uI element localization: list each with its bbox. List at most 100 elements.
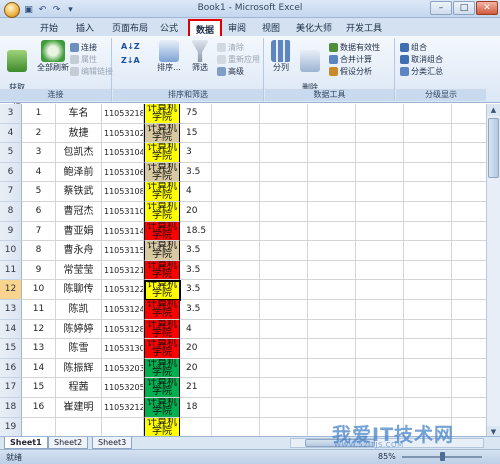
cell-id[interactable]: 11053121 <box>102 260 144 281</box>
filter-button[interactable]: 筛选 <box>187 40 213 73</box>
cell-empty[interactable] <box>260 378 308 398</box>
cell-a[interactable]: 9 <box>22 260 56 281</box>
cell-empty[interactable] <box>212 280 260 300</box>
cell-dept[interactable]: 计算机学院 <box>144 280 180 300</box>
reapply-button[interactable]: 重新应用 <box>217 54 260 65</box>
cell-dept[interactable]: 计算机学院 <box>144 143 180 163</box>
cell-name[interactable]: 陈凯 <box>56 300 102 320</box>
cell-dept[interactable]: 计算机学院 <box>144 339 180 359</box>
cell-empty[interactable] <box>260 182 308 202</box>
row-header[interactable]: 12 <box>0 280 22 300</box>
cell-empty[interactable] <box>308 241 356 261</box>
cell-empty[interactable] <box>308 300 356 320</box>
sort-descending-button[interactable]: Z↓A <box>121 56 140 65</box>
advanced-filter-button[interactable]: 高级 <box>217 66 244 77</box>
cell-empty[interactable] <box>212 221 260 242</box>
cell-empty[interactable] <box>308 260 356 281</box>
cell-empty[interactable] <box>308 280 356 300</box>
cell-a[interactable]: 3 <box>22 143 56 163</box>
cell-empty[interactable] <box>260 202 308 222</box>
what-if-button[interactable]: 假设分析 <box>329 66 372 77</box>
cell-score[interactable]: 75 <box>180 104 212 124</box>
sort-ascending-button[interactable]: A↓Z <box>121 42 140 51</box>
subtotal-button[interactable]: 分类汇总 <box>400 66 443 77</box>
cell-id[interactable]: 11053128 <box>102 319 144 340</box>
cell-empty[interactable] <box>404 339 452 359</box>
cell-empty[interactable] <box>404 221 452 242</box>
cell-name[interactable] <box>56 417 102 438</box>
cell-score[interactable]: 4 <box>180 182 212 202</box>
cell-id[interactable]: 11053212 <box>102 398 144 418</box>
cell-empty[interactable] <box>356 241 404 261</box>
cell-name[interactable]: 陈婷婷 <box>56 319 102 340</box>
cell-score[interactable]: 20 <box>180 358 212 379</box>
cell-empty[interactable] <box>308 143 356 163</box>
cell-a[interactable] <box>22 417 56 438</box>
cell-id[interactable]: 11053115 <box>102 241 144 261</box>
cell-id[interactable]: 11053114 <box>102 221 144 242</box>
get-external-data-button[interactable]: 获取 外部数据 <box>2 40 32 113</box>
zoom-slider-knob[interactable] <box>439 452 445 461</box>
cell-score[interactable]: 21 <box>180 378 212 398</box>
cell-empty[interactable] <box>212 378 260 398</box>
cell-name[interactable]: 陈聊传 <box>56 280 102 300</box>
cell-id[interactable]: 11053122 <box>102 280 144 300</box>
cell-name[interactable]: 曹永舟 <box>56 241 102 261</box>
cell-score[interactable]: 20 <box>180 339 212 359</box>
cell-a[interactable]: 6 <box>22 202 56 222</box>
cell-score[interactable]: 18 <box>180 398 212 418</box>
cell-empty[interactable] <box>404 300 452 320</box>
row-header[interactable]: 17 <box>0 378 22 398</box>
cell-empty[interactable] <box>308 182 356 202</box>
zoom-level[interactable]: 85% <box>378 452 396 461</box>
row-header[interactable]: 14 <box>0 319 22 340</box>
cell-empty[interactable] <box>260 398 308 418</box>
cell-name[interactable]: 曹冠杰 <box>56 202 102 222</box>
cell-name[interactable]: 敖捷 <box>56 123 102 144</box>
cell-empty[interactable] <box>308 162 356 183</box>
cell-empty[interactable] <box>212 319 260 340</box>
cell-score[interactable]: 3.5 <box>180 280 212 300</box>
cell-dept[interactable]: 计算机学院 <box>144 319 180 340</box>
cell-empty[interactable] <box>356 319 404 340</box>
row-header[interactable]: 15 <box>0 339 22 359</box>
cell-empty[interactable] <box>356 104 404 124</box>
cell-dept[interactable]: 计算机学院 <box>144 123 180 144</box>
cell-score[interactable]: 4 <box>180 319 212 340</box>
cell-empty[interactable] <box>356 260 404 281</box>
cell-empty[interactable] <box>212 417 260 438</box>
cell-score[interactable]: 20 <box>180 202 212 222</box>
cell-empty[interactable] <box>260 300 308 320</box>
cell-empty[interactable] <box>212 358 260 379</box>
cell-id[interactable]: 11053203 <box>102 358 144 379</box>
cell-empty[interactable] <box>404 143 452 163</box>
cell-name[interactable]: 陈雪 <box>56 339 102 359</box>
tab-insert[interactable]: 插入 <box>76 21 94 34</box>
cell-empty[interactable] <box>404 202 452 222</box>
cell-empty[interactable] <box>260 162 308 183</box>
scroll-up-icon[interactable]: ▲ <box>487 104 500 116</box>
cell-name[interactable]: 崔建明 <box>56 398 102 418</box>
cell-empty[interactable] <box>404 398 452 418</box>
cell-a[interactable]: 10 <box>22 280 56 300</box>
cell-empty[interactable] <box>356 123 404 144</box>
cell-score[interactable]: 3.5 <box>180 260 212 281</box>
cell-a[interactable]: 8 <box>22 241 56 261</box>
cell-name[interactable]: 陈振辉 <box>56 358 102 379</box>
cell-score[interactable]: 15 <box>180 123 212 144</box>
tab-developer[interactable]: 开发工具 <box>346 21 382 34</box>
cell-name[interactable]: 常莹莹 <box>56 260 102 281</box>
cell-empty[interactable] <box>356 339 404 359</box>
cell-empty[interactable] <box>260 221 308 242</box>
tab-view[interactable]: 视图 <box>262 21 280 34</box>
cell-name[interactable]: 曹亚娟 <box>56 221 102 242</box>
data-validation-button[interactable]: 数据有效性 <box>329 42 380 53</box>
row-header[interactable]: 5 <box>0 143 22 163</box>
cell-id[interactable]: 11053108 <box>102 182 144 202</box>
cell-name[interactable]: 蔡铁武 <box>56 182 102 202</box>
cell-empty[interactable] <box>212 162 260 183</box>
refresh-all-button[interactable]: 全部刷新 <box>36 40 70 73</box>
row-header[interactable]: 6 <box>0 162 22 183</box>
cell-dept[interactable]: 计算机学院 <box>144 221 180 242</box>
cell-a[interactable]: 4 <box>22 162 56 183</box>
